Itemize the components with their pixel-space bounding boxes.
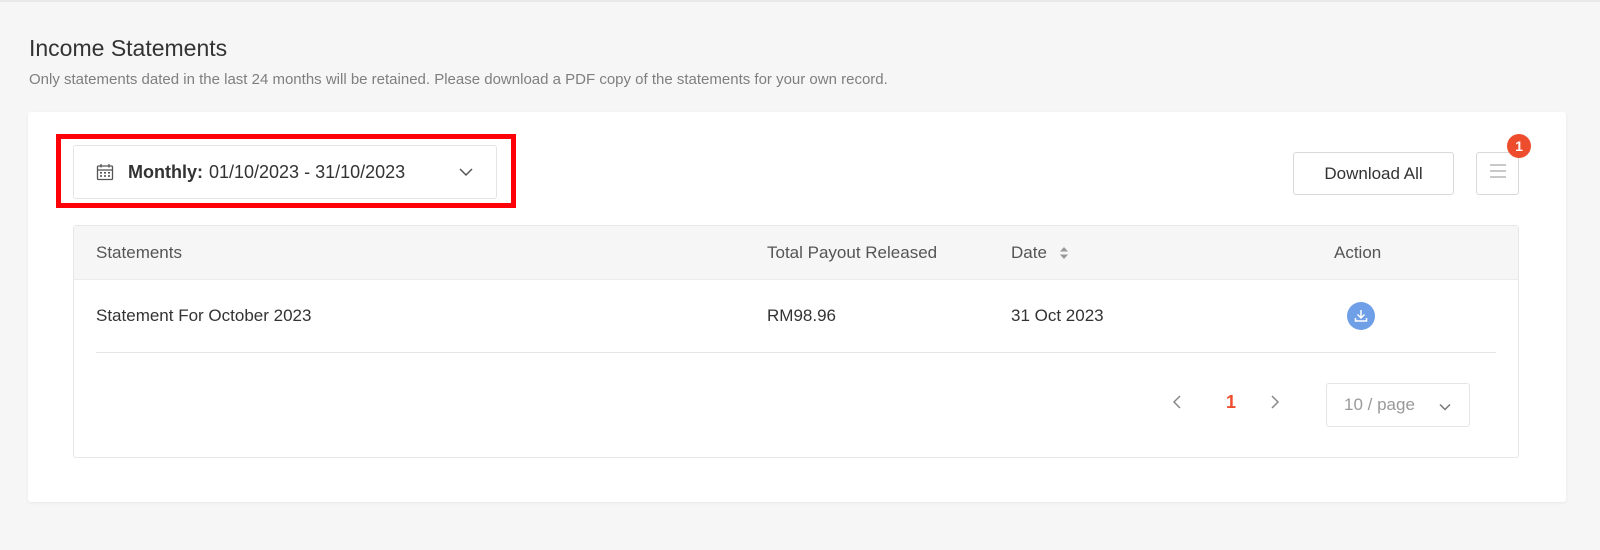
prev-page-button[interactable] (1167, 394, 1187, 414)
date-range-picker[interactable]: Monthly: 01/10/2023 - 31/10/2023 (73, 145, 497, 199)
download-icon (1347, 302, 1375, 330)
table-header: Statements Total Payout Released Date Ac… (74, 226, 1518, 280)
page-title: Income Statements (29, 35, 228, 61)
download-all-button[interactable]: Download All (1293, 152, 1454, 195)
calendar-icon (96, 162, 116, 182)
statement-name: Statement For October 2023 (96, 306, 312, 325)
column-header-statements: Statements (96, 243, 182, 262)
menu-icon (1489, 163, 1507, 184)
page-size-select[interactable]: 10 / page (1326, 383, 1470, 427)
menu-button[interactable] (1476, 152, 1519, 195)
statement-date: 31 Oct 2023 (1011, 306, 1104, 325)
date-range-value: 01/10/2023 - 31/10/2023 (208, 161, 406, 182)
statements-table: Statements Total Payout Released Date Ac… (73, 225, 1519, 458)
payout-amount: RM98.96 (767, 306, 836, 325)
chevron-left-icon (1171, 394, 1183, 415)
page-number-current[interactable]: 1 (1221, 392, 1241, 413)
download-statement-button[interactable] (1347, 280, 1375, 352)
period-type-label: Monthly: (128, 161, 203, 182)
sort-icon[interactable] (1059, 246, 1069, 260)
table-row: Statement For October 2023 RM98.96 31 Oc… (74, 280, 1518, 353)
top-divider (0, 0, 1600, 2)
notification-badge: 1 (1507, 134, 1531, 158)
row-divider (96, 352, 1496, 353)
page-subtitle: Only statements dated in the last 24 mon… (29, 71, 888, 88)
page-size-value: 10 / page (1344, 395, 1415, 414)
column-header-date[interactable]: Date (1011, 226, 1069, 280)
next-page-button[interactable] (1265, 394, 1285, 414)
statements-card: Monthly: 01/10/2023 - 31/10/2023 Downloa… (28, 112, 1566, 502)
chevron-right-icon (1269, 394, 1281, 415)
chevron-down-icon (458, 164, 474, 180)
column-header-date-label: Date (1011, 243, 1047, 262)
column-header-total-payout: Total Payout Released (767, 243, 938, 262)
chevron-down-icon (1438, 399, 1452, 413)
column-header-action: Action (1334, 243, 1382, 262)
